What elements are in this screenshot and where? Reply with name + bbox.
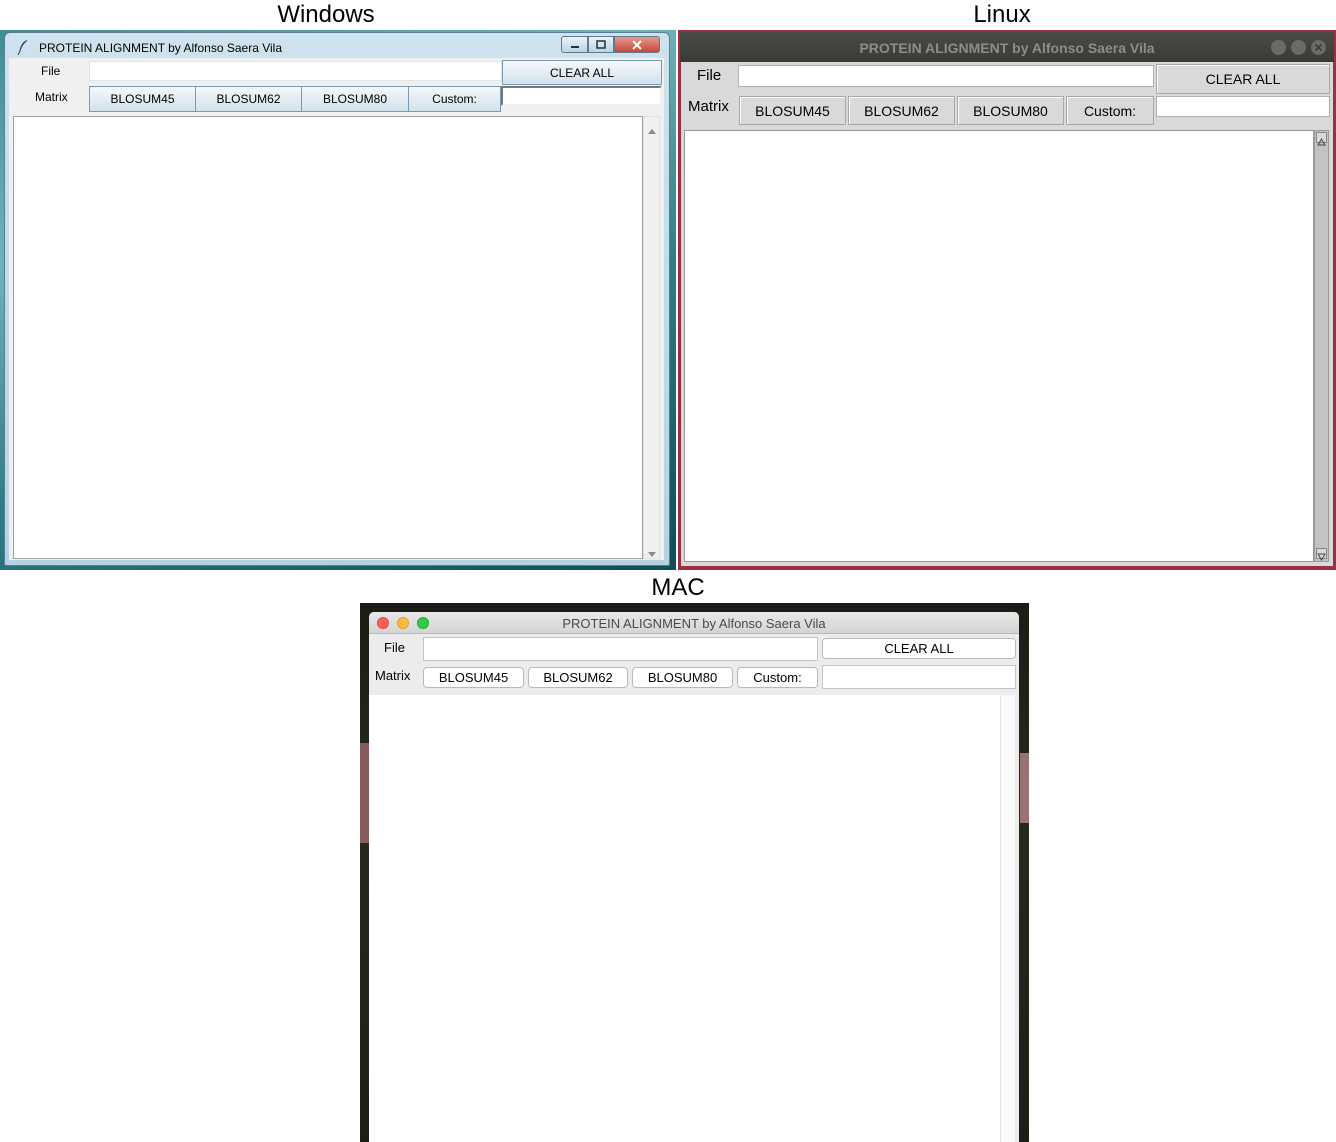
file-input[interactable] <box>423 637 818 661</box>
blosum45-button[interactable]: BLOSUM45 <box>89 86 196 112</box>
output-text-area[interactable] <box>369 695 1000 1142</box>
blosum45-button[interactable]: BLOSUM45 <box>739 96 846 125</box>
maximize-icon[interactable] <box>1291 40 1306 55</box>
file-label: File <box>384 640 405 655</box>
blosum45-button[interactable]: BLOSUM45 <box>423 667 524 688</box>
custom-button[interactable]: Custom: <box>737 667 818 688</box>
linux-window-title: PROTEIN ALIGNMENT by Alfonso Saera Vila <box>859 40 1155 56</box>
output-text-area[interactable] <box>13 116 643 559</box>
output-text-area[interactable] <box>684 130 1314 562</box>
mac-section-label: MAC <box>651 574 705 601</box>
wallpaper-foliage <box>1020 753 1029 823</box>
vertical-scrollbar[interactable] <box>1314 130 1329 562</box>
clear-all-button[interactable]: CLEAR ALL <box>1156 64 1330 94</box>
mac-window-title: PROTEIN ALIGNMENT by Alfonso Saera Vila <box>562 616 826 631</box>
file-label: File <box>697 67 722 84</box>
clear-all-button[interactable]: CLEAR ALL <box>822 638 1016 659</box>
file-label: File <box>41 64 61 78</box>
mac-window: PROTEIN ALIGNMENT by Alfonso Saera Vila … <box>369 612 1019 1142</box>
windows-window-title: PROTEIN ALIGNMENT by Alfonso Saera Vila <box>39 41 282 55</box>
wallpaper-foliage <box>360 743 369 843</box>
linux-titlebar: PROTEIN ALIGNMENT by Alfonso Saera Vila <box>680 32 1334 62</box>
custom-input[interactable] <box>822 665 1016 689</box>
blosum80-button[interactable]: BLOSUM80 <box>957 96 1064 125</box>
windows-section-label: Windows <box>277 1 375 28</box>
mac-desktop: PROTEIN ALIGNMENT by Alfonso Saera Vila … <box>360 603 1029 1142</box>
close-icon[interactable] <box>1311 40 1326 55</box>
custom-input[interactable] <box>501 86 662 106</box>
scroll-down-icon[interactable] <box>1316 548 1327 561</box>
scroll-down-icon[interactable] <box>648 545 656 557</box>
linux-client-area: File CLEAR ALL Matrix BLOSUM45 BLOSUM62 … <box>681 62 1333 566</box>
blosum62-button[interactable]: BLOSUM62 <box>528 667 628 688</box>
vertical-scrollbar[interactable] <box>643 116 660 559</box>
file-input[interactable] <box>738 65 1154 87</box>
custom-input[interactable] <box>1156 96 1330 117</box>
file-input[interactable] <box>89 61 502 81</box>
windows-desktop: PROTEIN ALIGNMENT by Alfonso Saera Vila … <box>0 30 676 570</box>
scroll-up-icon[interactable] <box>1316 132 1327 146</box>
blosum62-button[interactable]: BLOSUM62 <box>848 96 955 125</box>
minimize-icon[interactable] <box>561 36 588 53</box>
windows-client-area: File CLEAR ALL Matrix BLOSUM45 BLOSUM62 … <box>9 58 664 560</box>
custom-button[interactable]: Custom: <box>408 86 501 112</box>
linux-section-label: Linux <box>973 1 1031 28</box>
scroll-up-icon[interactable] <box>648 121 656 134</box>
feather-icon <box>16 39 30 56</box>
minimize-icon[interactable] <box>1271 40 1286 55</box>
matrix-label: Matrix <box>688 98 729 115</box>
mac-titlebar: PROTEIN ALIGNMENT by Alfonso Saera Vila <box>369 612 1019 634</box>
clear-all-button[interactable]: CLEAR ALL <box>502 60 662 85</box>
matrix-label: Matrix <box>375 668 411 683</box>
matrix-label: Matrix <box>35 90 68 104</box>
vertical-scrollbar[interactable] <box>1000 695 1015 1142</box>
close-icon[interactable] <box>614 36 660 53</box>
custom-button[interactable]: Custom: <box>1066 96 1154 125</box>
maximize-icon[interactable] <box>588 36 614 53</box>
linux-window: PROTEIN ALIGNMENT by Alfonso Saera Vila … <box>678 30 1336 570</box>
blosum62-button[interactable]: BLOSUM62 <box>195 86 302 112</box>
blosum80-button[interactable]: BLOSUM80 <box>301 86 409 112</box>
blosum80-button[interactable]: BLOSUM80 <box>632 667 733 688</box>
